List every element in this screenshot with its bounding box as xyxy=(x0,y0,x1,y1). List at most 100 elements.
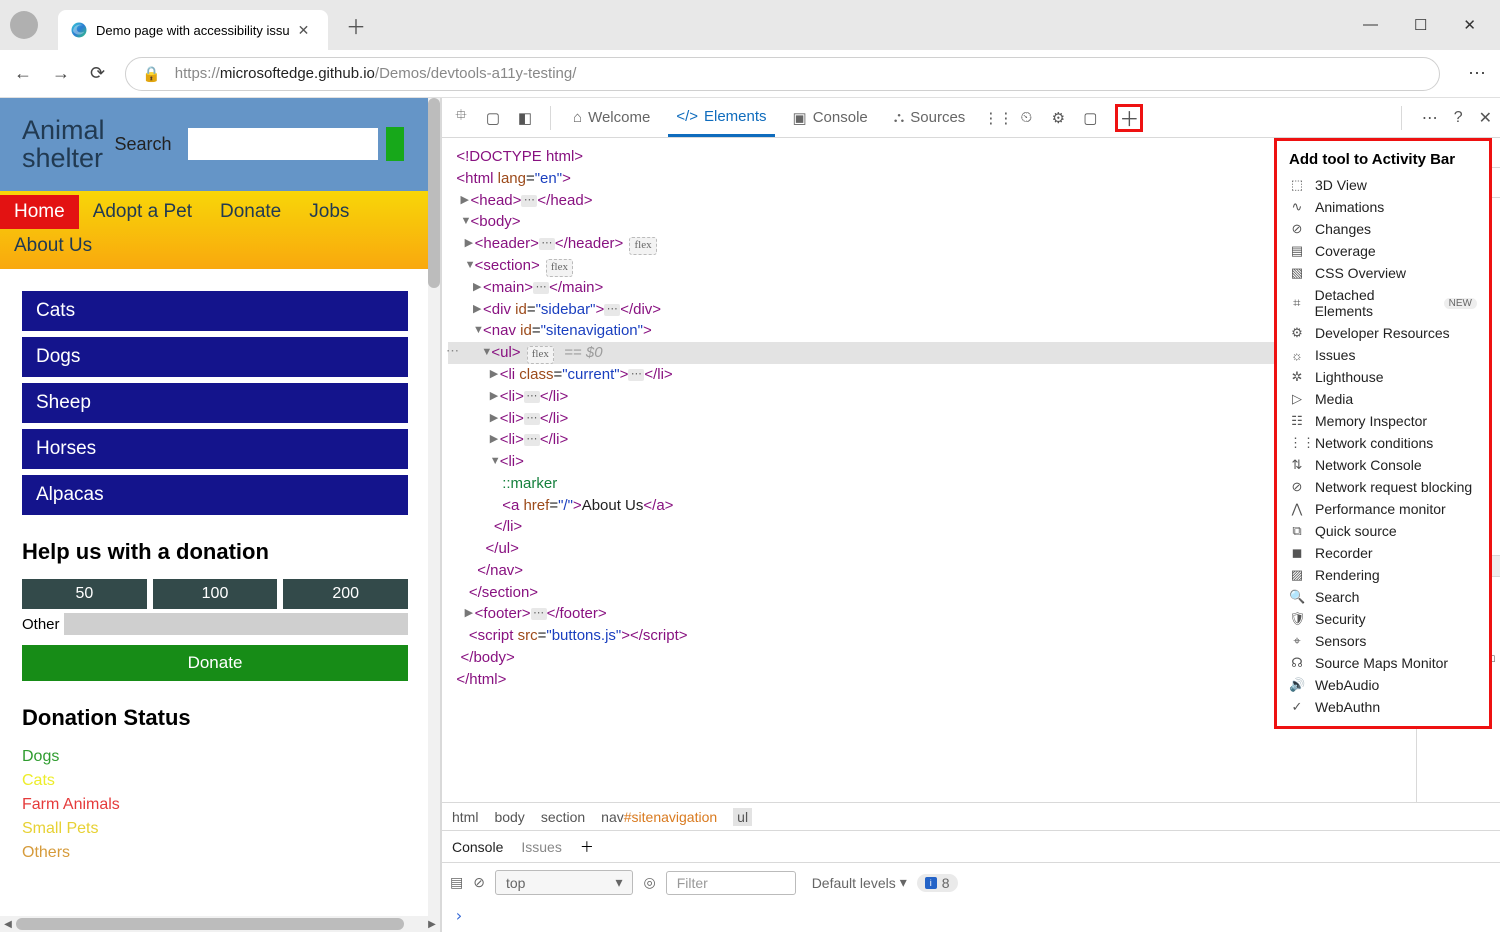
donation-status-heading: Donation Status xyxy=(22,705,408,731)
amount-button[interactable]: 50 xyxy=(22,579,147,609)
more-tools-item-media[interactable]: ▷Media xyxy=(1277,388,1489,410)
tab-console[interactable]: ▣Console xyxy=(785,99,876,137)
console-filter-input[interactable]: Filter xyxy=(666,871,796,895)
close-tab-icon[interactable]: ✕ xyxy=(298,22,310,39)
new-tab-button[interactable]: ＋ xyxy=(346,11,366,40)
more-tools-item-recorder[interactable]: ◼Recorder xyxy=(1277,542,1489,564)
more-tools-item-changes[interactable]: ⊘Changes xyxy=(1277,218,1489,240)
maximize-icon[interactable]: ☐ xyxy=(1414,16,1427,34)
animal-item[interactable]: Alpacas xyxy=(22,475,408,515)
browser-tab[interactable]: Demo page with accessibility issu ✕ xyxy=(58,10,328,50)
animal-item[interactable]: Dogs xyxy=(22,337,408,377)
log-level-select[interactable]: Default levels▾ xyxy=(812,874,907,891)
devtools-activity-bar: ⯐ ▢ ◧ ⌂Welcome </>Elements ▣Console ⛬Sou… xyxy=(442,98,1500,138)
performance-icon[interactable]: ⏲ xyxy=(1015,109,1037,126)
application-icon[interactable]: ▢ xyxy=(1079,109,1101,127)
more-tools-item-quick-source[interactable]: ⧉Quick source xyxy=(1277,520,1489,542)
animal-item[interactable]: Sheep xyxy=(22,383,408,423)
nav-item-home[interactable]: Home xyxy=(0,195,79,229)
device-emulation-icon[interactable]: ▢ xyxy=(482,109,504,127)
status-item: Others xyxy=(22,841,408,865)
more-tools-item-3d-view[interactable]: ⬚3D View xyxy=(1277,174,1489,196)
more-tools-item-source-maps-monitor[interactable]: ☊Source Maps Monitor xyxy=(1277,652,1489,674)
other-amount-input[interactable] xyxy=(64,613,408,635)
amount-button[interactable]: 100 xyxy=(153,579,278,609)
forward-button[interactable]: → xyxy=(52,63,70,84)
animal-item[interactable]: Cats xyxy=(22,291,408,331)
more-tools-item-animations[interactable]: ∿Animations xyxy=(1277,196,1489,218)
more-tools-item-performance-monitor[interactable]: ⋀Performance monitor xyxy=(1277,498,1489,520)
console-settings-icon[interactable]: ◎ xyxy=(643,874,655,891)
more-tools-menu: Add tool to Activity Bar ⬚3D View∿Animat… xyxy=(1274,138,1492,729)
more-tools-item-network-console[interactable]: ⇅Network Console xyxy=(1277,454,1489,476)
page-header: Animalshelter Search xyxy=(0,98,430,191)
more-tools-item-css-overview[interactable]: ▧CSS Overview xyxy=(1277,262,1489,284)
dock-side-icon[interactable]: ◧ xyxy=(514,109,536,127)
more-tools-item-sensors[interactable]: ⌖Sensors xyxy=(1277,630,1489,652)
console-sidebar-toggle-icon[interactable]: ▤ xyxy=(450,874,463,891)
status-item: Dogs xyxy=(22,745,408,769)
nav-item-adopt-a-pet[interactable]: Adopt a Pet xyxy=(79,195,206,229)
horizontal-scrollbar[interactable]: ◀▶ xyxy=(0,916,440,932)
more-tools-item-security[interactable]: 🛡Security xyxy=(1277,608,1489,630)
inspect-icon[interactable]: ⯐ xyxy=(450,105,472,130)
nav-item-about-us[interactable]: About Us xyxy=(0,229,106,263)
network-icon[interactable]: ⋮⋮ xyxy=(983,109,1005,127)
nav-item-jobs[interactable]: Jobs xyxy=(295,195,363,229)
more-tools-item-memory-inspector[interactable]: ☷Memory Inspector xyxy=(1277,410,1489,432)
donate-button[interactable]: Donate xyxy=(22,645,408,681)
memory-icon[interactable]: ⚙ xyxy=(1047,109,1069,127)
more-tools-item-webaudio[interactable]: 🔊WebAudio xyxy=(1277,674,1489,696)
tool-icon: ⋮⋮ xyxy=(1289,435,1305,451)
tool-icon: ☷ xyxy=(1289,413,1305,429)
search-input[interactable] xyxy=(188,128,378,160)
drawer-add-tab-button[interactable]: ＋ xyxy=(580,837,594,857)
issues-badge[interactable]: i8 xyxy=(917,874,958,892)
more-tools-item-network-conditions[interactable]: ⋮⋮Network conditions xyxy=(1277,432,1489,454)
drawer-tab-issues[interactable]: Issues xyxy=(521,839,561,855)
back-button[interactable]: ← xyxy=(14,63,32,84)
close-devtools-icon[interactable]: ✕ xyxy=(1479,108,1492,128)
customize-devtools-icon[interactable]: ⋯ xyxy=(1422,108,1438,128)
dom-tree[interactable]: <!DOCTYPE html> <html lang="en"> ▶<head>… xyxy=(442,138,1416,802)
browser-menu-button[interactable]: ⋯ xyxy=(1468,63,1486,84)
donation-status-list: DogsCatsFarm AnimalsSmall PetsOthers xyxy=(22,745,408,865)
tool-icon: ☼ xyxy=(1289,348,1305,363)
more-tools-item-issues[interactable]: ☼Issues xyxy=(1277,344,1489,366)
more-tools-item-developer-resources[interactable]: ⚙Developer Resources xyxy=(1277,322,1489,344)
tab-welcome[interactable]: ⌂Welcome xyxy=(565,99,658,137)
tool-icon: 🔍 xyxy=(1289,589,1305,605)
tool-icon: 🛡 xyxy=(1289,611,1305,627)
more-tools-item-lighthouse[interactable]: ✲Lighthouse xyxy=(1277,366,1489,388)
more-tools-item-network-request-blocking[interactable]: ⊘Network request blocking xyxy=(1277,476,1489,498)
tool-icon: ⌗ xyxy=(1289,295,1305,311)
minimize-icon[interactable]: — xyxy=(1363,16,1378,34)
more-tools-item-detached-elements[interactable]: ⌗Detached ElementsNEW xyxy=(1277,284,1489,322)
more-tools-item-rendering[interactable]: ▨Rendering xyxy=(1277,564,1489,586)
amount-button[interactable]: 200 xyxy=(283,579,408,609)
tool-icon: ✲ xyxy=(1289,369,1305,385)
clear-console-icon[interactable]: ⊘ xyxy=(473,874,485,891)
address-bar[interactable]: 🔒 https://microsoftedge.github.io/Demos/… xyxy=(125,57,1440,91)
site-logo: Animalshelter xyxy=(22,116,105,173)
console-prompt[interactable]: › xyxy=(442,902,1500,932)
animal-item[interactable]: Horses xyxy=(22,429,408,469)
drawer-tab-console[interactable]: Console xyxy=(452,839,503,855)
dom-breadcrumbs[interactable]: html body section nav#sitenavigation ul xyxy=(442,802,1500,830)
more-tools-item-webauthn[interactable]: ✓WebAuthn xyxy=(1277,696,1489,718)
help-icon[interactable]: ? xyxy=(1454,109,1463,127)
nav-item-donate[interactable]: Donate xyxy=(206,195,295,229)
refresh-button[interactable]: ⟳ xyxy=(90,63,105,84)
close-window-icon[interactable]: ✕ xyxy=(1463,16,1476,34)
more-tools-button[interactable]: ＋ xyxy=(1115,104,1143,132)
console-context-select[interactable]: top▾ xyxy=(495,870,634,895)
tab-elements[interactable]: </>Elements xyxy=(668,99,774,137)
more-tools-item-search[interactable]: 🔍Search xyxy=(1277,586,1489,608)
search-button[interactable] xyxy=(386,127,404,161)
url-path: /Demos/devtools-a11y-testing/ xyxy=(375,65,576,82)
vertical-scrollbar[interactable] xyxy=(428,98,440,916)
more-tools-item-coverage[interactable]: ▤Coverage xyxy=(1277,240,1489,262)
profile-avatar[interactable] xyxy=(10,11,38,39)
tool-icon: ∿ xyxy=(1289,199,1305,215)
tab-sources[interactable]: ⛬Sources xyxy=(886,99,974,137)
